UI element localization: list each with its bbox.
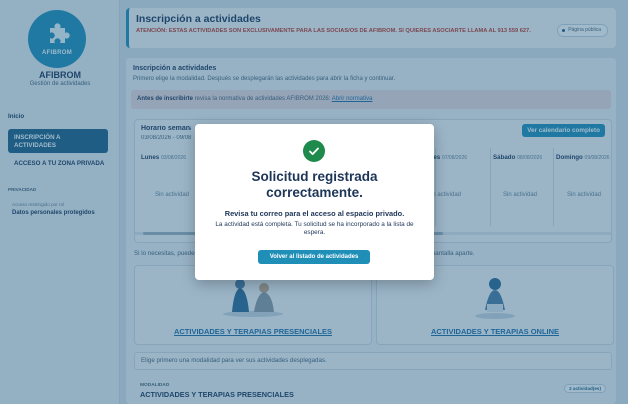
modal-title: Solicitud registrada correctamente. <box>195 169 434 201</box>
modal-waitlist-text: La actividad está completa. Tu solicitud… <box>215 221 414 236</box>
success-modal: Solicitud registrada correctamente. Revi… <box>195 124 434 280</box>
success-check-icon <box>303 140 325 162</box>
modal-email-note: Revisa tu correo para el acceso al espac… <box>224 209 405 218</box>
back-to-list-button[interactable]: Volver al listado de actividades <box>258 250 370 264</box>
modal-title-line2: correctamente. <box>266 185 363 200</box>
modal-title-line1: Solicitud registrada <box>251 169 378 184</box>
